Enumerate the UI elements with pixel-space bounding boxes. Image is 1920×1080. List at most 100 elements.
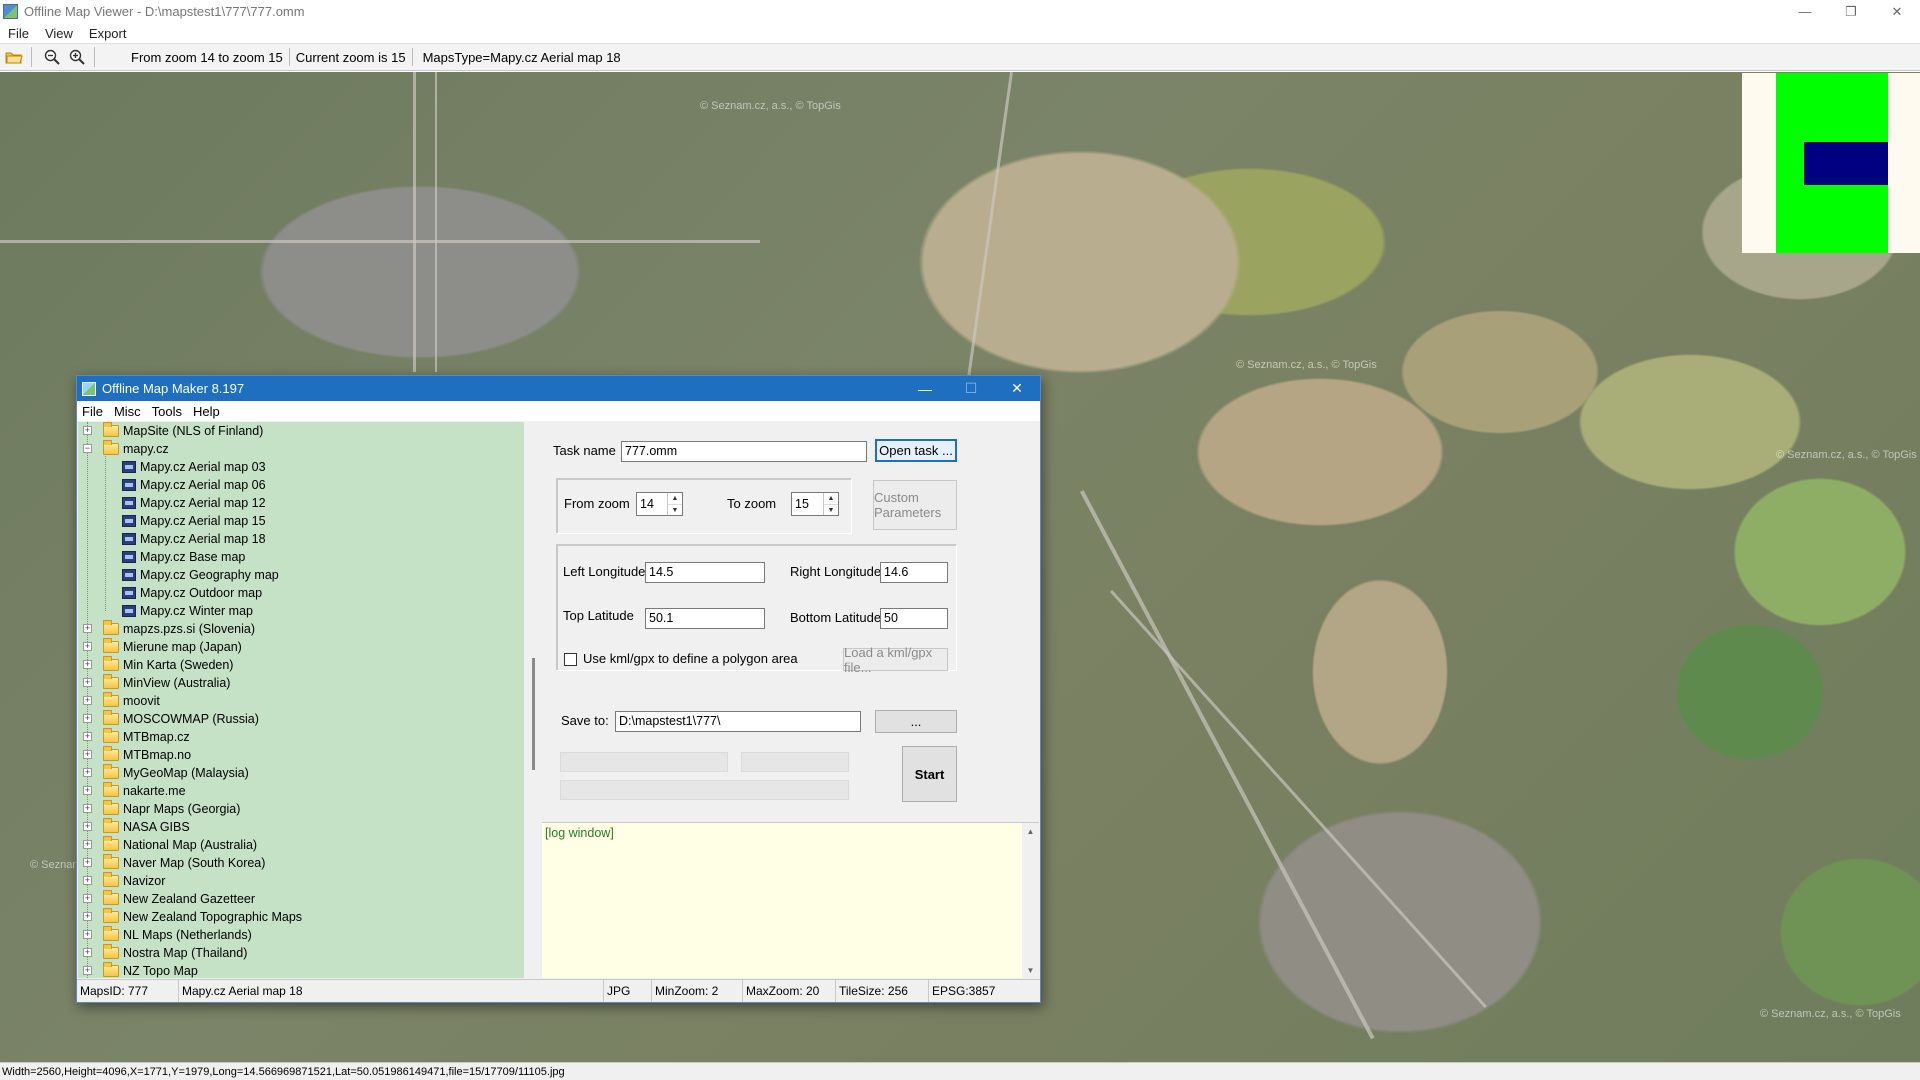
top-latitude-input[interactable]: 50.1	[645, 608, 765, 629]
left-longitude-input[interactable]: 14.5	[645, 562, 765, 583]
tree-folder-item[interactable]: + MOSCOWMAP (Russia)	[83, 710, 259, 728]
map-road	[435, 72, 437, 372]
tree-folder-item[interactable]: + MTBmap.cz	[83, 728, 190, 746]
expand-icon[interactable]: +	[83, 804, 92, 813]
expand-icon[interactable]: +	[83, 876, 92, 885]
menu-export[interactable]: Export	[81, 26, 135, 41]
restore-icon[interactable]: ❐	[1828, 0, 1874, 23]
expand-icon[interactable]: +	[83, 678, 92, 687]
spin-down-icon[interactable]: ▼	[824, 504, 838, 515]
tree-folder-item[interactable]: + Navizor	[83, 872, 165, 890]
tree-scrollbar[interactable]	[525, 422, 542, 978]
browse-button[interactable]: ...	[875, 710, 957, 733]
tree-folder-item[interactable]: + moovit	[83, 692, 160, 710]
tree-folder-item[interactable]: + MyGeoMap (Malaysia)	[83, 764, 249, 782]
expand-icon[interactable]: +	[83, 624, 92, 633]
tree-map-item[interactable]: Mapy.cz Aerial map 06	[122, 476, 266, 494]
tree-folder-item[interactable]: + New Zealand Topographic Maps	[83, 908, 302, 926]
close-icon[interactable]: ✕	[1874, 0, 1920, 23]
open-folder-icon[interactable]	[3, 46, 25, 68]
scroll-up-icon[interactable]: ▲	[1022, 823, 1039, 840]
start-button[interactable]: Start	[902, 746, 957, 802]
expand-icon[interactable]: +	[83, 930, 92, 939]
spin-up-icon[interactable]: ▲	[824, 493, 838, 504]
expand-icon[interactable]: +	[83, 750, 92, 759]
tree-map-item[interactable]: Mapy.cz Winter map	[122, 602, 253, 620]
map-source-tree[interactable]: + MapSite (NLS of Finland) − mapy.cz Mapy.cz…	[78, 422, 524, 978]
tree-folder-item[interactable]: + NL Maps (Netherlands)	[83, 926, 252, 944]
collapse-icon[interactable]: −	[83, 444, 92, 453]
tree-folder-item[interactable]: + Naver Map (South Korea)	[83, 854, 265, 872]
log-window[interactable]: [log window] ▲ ▼	[542, 822, 1039, 979]
expand-icon[interactable]: +	[83, 858, 92, 867]
expand-icon[interactable]: +	[83, 894, 92, 903]
expand-icon[interactable]: +	[83, 822, 92, 831]
tree-folder-item[interactable]: − mapy.cz	[83, 440, 169, 458]
tree-scroll-thumb[interactable]	[532, 658, 535, 770]
tree-map-item[interactable]: Mapy.cz Aerial map 12	[122, 494, 266, 512]
task-name-input[interactable]: 777.omm	[621, 441, 867, 462]
tree-map-item[interactable]: Mapy.cz Base map	[122, 548, 245, 566]
expand-icon[interactable]: +	[83, 714, 92, 723]
custom-parameters-button[interactable]: Custom Parameters	[873, 480, 957, 530]
expand-icon[interactable]: +	[83, 660, 92, 669]
tree-folder-item[interactable]: + nakarte.me	[83, 782, 186, 800]
open-task-button[interactable]: Open task ...	[875, 439, 957, 462]
expand-icon[interactable]: +	[83, 642, 92, 651]
tree-folder-item[interactable]: + National Map (Australia)	[83, 836, 257, 854]
tree-folder-item[interactable]: + New Zealand Gazetteer	[83, 890, 255, 908]
zoom-in-icon[interactable]	[66, 46, 88, 68]
bottom-latitude-input[interactable]: 50	[880, 608, 948, 629]
tree-map-item[interactable]: Mapy.cz Aerial map 18	[122, 530, 266, 548]
tree-map-item[interactable]: Mapy.cz Aerial map 03	[122, 458, 266, 476]
minimap[interactable]	[1742, 73, 1920, 253]
save-to-input[interactable]: D:\mapstest1\777\	[615, 711, 861, 732]
tree-folder-item[interactable]: + Nostra Map (Thailand)	[83, 944, 247, 962]
minimize-icon[interactable]: —	[1782, 0, 1828, 23]
expand-icon[interactable]: +	[83, 426, 92, 435]
zoom-out-icon[interactable]	[41, 46, 63, 68]
to-zoom-arrows[interactable]: ▲ ▼	[823, 493, 838, 515]
tree-folder-item[interactable]: + MTBmap.no	[83, 746, 191, 764]
tree-map-item[interactable]: Mapy.cz Aerial map 15	[122, 512, 266, 530]
load-kml-button[interactable]: Load a kml/gpx file...	[843, 645, 948, 675]
tree-folder-item[interactable]: + mapzs.pzs.si (Slovenia)	[83, 620, 255, 638]
tree-folder-item[interactable]: + MinView (Australia)	[83, 674, 230, 692]
tree-map-item[interactable]: Mapy.cz Geography map	[122, 566, 279, 584]
from-zoom-spinner[interactable]: 14 ▲ ▼	[636, 492, 683, 516]
dialog-menu-help[interactable]: Help	[188, 404, 226, 419]
spin-down-icon[interactable]: ▼	[668, 504, 682, 515]
dialog-title-bar[interactable]: Offline Map Maker 8.197 — ☐ ✕	[77, 376, 1040, 401]
expand-icon[interactable]: +	[83, 966, 92, 975]
scroll-down-icon[interactable]: ▼	[1022, 962, 1039, 979]
to-zoom-spinner[interactable]: 15 ▲ ▼	[791, 492, 839, 516]
tree-folder-item[interactable]: + Mierune map (Japan)	[83, 638, 242, 656]
expand-icon[interactable]: +	[83, 732, 92, 741]
spin-up-icon[interactable]: ▲	[668, 493, 682, 504]
tree-folder-item[interactable]: + NASA GIBS	[83, 818, 190, 836]
expand-icon[interactable]: +	[83, 840, 92, 849]
expand-icon[interactable]: +	[83, 786, 92, 795]
expand-icon[interactable]: +	[83, 912, 92, 921]
minimap-viewport[interactable]	[1804, 142, 1888, 185]
tree-folder-item[interactable]: + Min Karta (Sweden)	[83, 656, 233, 674]
from-zoom-arrows[interactable]: ▲ ▼	[667, 493, 682, 515]
log-scrollbar[interactable]: ▲ ▼	[1022, 823, 1039, 979]
dialog-minimize-icon[interactable]: —	[902, 376, 948, 401]
expand-icon[interactable]: +	[83, 768, 92, 777]
menu-view[interactable]: View	[37, 26, 81, 41]
tree-map-item[interactable]: Mapy.cz Outdoor map	[122, 584, 262, 602]
expand-icon[interactable]: +	[83, 696, 92, 705]
expand-icon[interactable]: +	[83, 948, 92, 957]
dialog-menu-file[interactable]: File	[77, 404, 109, 419]
tree-folder-item[interactable]: + Napr Maps (Georgia)	[83, 800, 240, 818]
tree-folder-item[interactable]: + MapSite (NLS of Finland)	[83, 422, 263, 440]
right-longitude-input[interactable]: 14.6	[880, 562, 948, 583]
dialog-menu-misc[interactable]: Misc	[109, 404, 147, 419]
menu-file[interactable]: File	[0, 26, 37, 41]
dialog-menu-tools[interactable]: Tools	[147, 404, 188, 419]
dialog-close-icon[interactable]: ✕	[994, 376, 1040, 401]
dialog-maximize-icon[interactable]: ☐	[948, 376, 994, 401]
kml-polygon-checkbox[interactable]	[564, 653, 577, 666]
tree-folder-item[interactable]: + NZ Topo Map	[83, 962, 198, 978]
